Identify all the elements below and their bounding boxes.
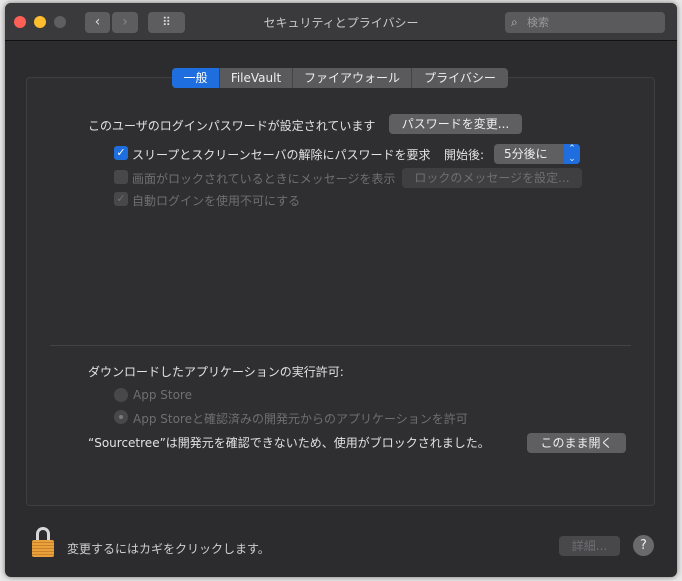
help-button[interactable]: ? [633, 535, 654, 556]
open-anyway-button[interactable]: このまま開く [527, 433, 626, 453]
disable-autologin-checkbox[interactable]: ✓ [114, 192, 128, 206]
radio-app-store[interactable] [114, 388, 128, 402]
blocked-text: “Sourcetree”は開発元を確認できないため、使用がブロックされました。 [88, 436, 490, 450]
tab-filevault[interactable]: FileVault [220, 68, 293, 88]
advanced-button[interactable]: 詳細... [559, 536, 620, 556]
tab-privacy[interactable]: プライバシー [412, 68, 508, 88]
radio-identified-developers[interactable] [114, 410, 128, 424]
change-password-button[interactable]: パスワードを変更... [389, 114, 522, 134]
radio-identified-developers-label: App Storeと確認済みの開発元からのアプリケーションを許可 [133, 412, 468, 426]
set-lock-message-button[interactable]: ロックのメッセージを設定... [402, 168, 582, 188]
downloads-heading: ダウンロードしたアプリケーションの実行許可: [88, 365, 344, 379]
show-message-label: 画面がロックされているときにメッセージを表示 [132, 172, 396, 186]
require-password-checkbox[interactable]: ✓ [114, 146, 128, 160]
tab-bar: 一般 FileVault ファイアウォール プライバシー [172, 68, 508, 88]
after-label: 開始後: [444, 148, 485, 162]
search-placeholder: 検索 [527, 16, 549, 29]
tab-firewall[interactable]: ファイアウォール [293, 68, 412, 88]
password-set-text: このユーザのログインパスワードが設定されています [88, 119, 376, 133]
tab-general[interactable]: 一般 [172, 68, 220, 88]
lock-text: 変更するにはカギをクリックします。 [67, 542, 270, 556]
search-input[interactable]: ⌕ 検索 [505, 12, 665, 33]
delay-value: 5分後に [504, 147, 548, 161]
updown-chevron-icon: ⌃ ⌄ [564, 144, 580, 164]
titlebar: ‹ › ⠿ セキュリティとプライバシー ⌕ 検索 [5, 3, 677, 41]
window: ‹ › ⠿ セキュリティとプライバシー ⌕ 検索 一般 FileVault ファイ… [5, 3, 677, 577]
delay-popup[interactable]: 5分後に ⌃ ⌄ [494, 144, 580, 164]
disable-autologin-label: 自動ログインを使用不可にする [132, 194, 301, 208]
search-icon: ⌕ [511, 15, 518, 29]
radio-app-store-label: App Store [133, 388, 192, 402]
lock-icon[interactable] [32, 527, 54, 557]
divider [50, 345, 631, 346]
require-password-label: スリープとスクリーンセーバの解除にパスワードを要求 [132, 148, 431, 162]
show-message-checkbox[interactable] [114, 170, 128, 184]
